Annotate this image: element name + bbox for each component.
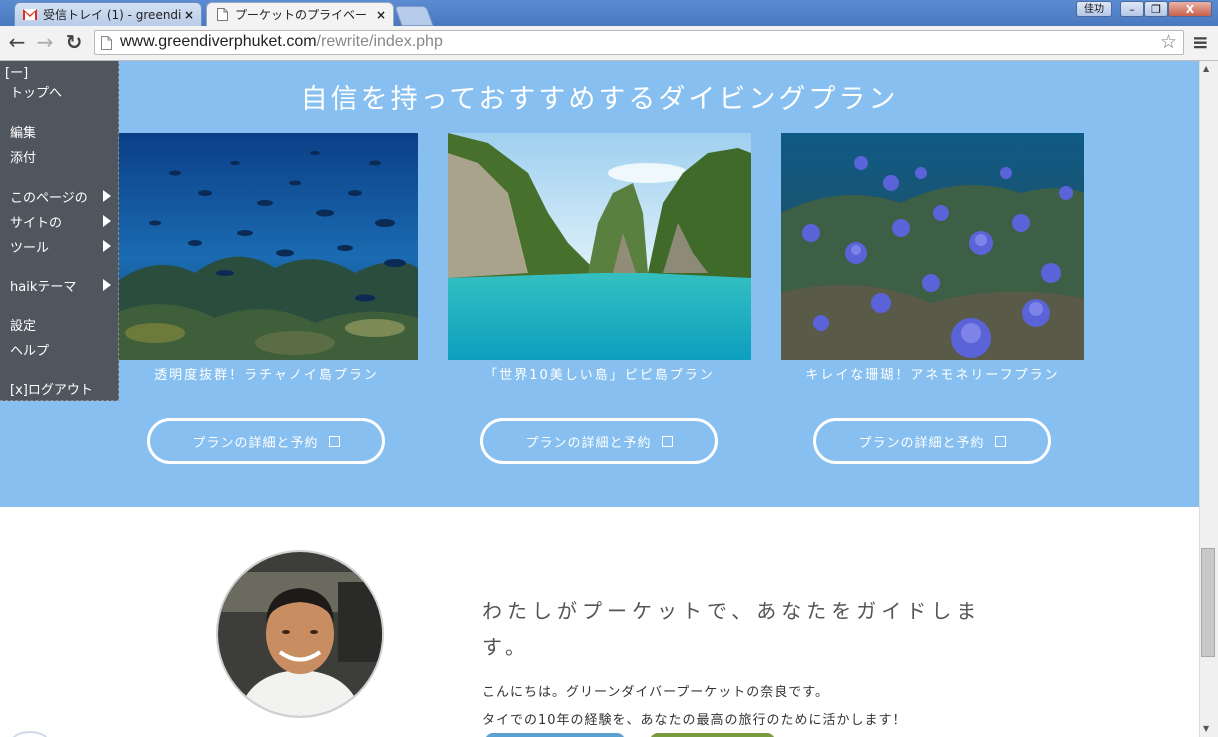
profile-button[interactable]: 佳功 — [1076, 1, 1112, 17]
menu-item-this-page[interactable]: このページの — [10, 187, 88, 206]
external-link-icon — [328, 435, 340, 447]
tab-label: 受信トレイ (1) - greendi — [43, 8, 181, 22]
menu-item-attach[interactable]: 添付 — [10, 147, 36, 166]
submenu-arrow-icon — [103, 240, 111, 252]
url-host: www.greendiverphuket.com — [120, 33, 317, 50]
admin-side-menu: [ー] トップへ 編集 添付 このページの サイトの ツール haikテーマ 設… — [0, 61, 119, 401]
bookmark-star-icon[interactable]: ☆ — [1160, 31, 1177, 53]
new-tab-button[interactable] — [394, 6, 434, 26]
tab-label: プーケットのプライベー — [235, 8, 368, 22]
restore-button[interactable]: ❐ — [1144, 1, 1168, 17]
tab-active-page[interactable]: プーケットのプライベー × — [206, 2, 394, 26]
button-label: プランの詳細と予約 — [192, 435, 319, 451]
plan-details-button[interactable]: プランの詳細と予約 — [147, 418, 385, 464]
plan-caption: 透明度抜群！ラチャノイ島プラン — [154, 368, 379, 383]
plan-image-phi-phi[interactable] — [448, 133, 751, 360]
menu-item-settings[interactable]: 設定 — [10, 315, 36, 334]
submenu-arrow-icon — [103, 215, 111, 227]
guide-title: わたしがプーケットで、あなたをガイドします。 — [482, 599, 982, 659]
menu-item-logout[interactable]: [x]ログアウト — [10, 379, 93, 398]
plan-caption: 「世界10美しい島」ピピ島プラン — [484, 368, 715, 383]
menu-item-edit[interactable]: 編集 — [10, 122, 36, 141]
close-icon[interactable]: × — [373, 8, 389, 22]
minimize-button[interactable]: – — [1120, 1, 1144, 17]
button-label: プランの詳細と予約 — [525, 435, 652, 451]
plan-details-button[interactable]: プランの詳細と予約 — [480, 418, 718, 464]
tab-gmail[interactable]: 受信トレイ (1) - greendi × — [14, 2, 202, 26]
menu-item-site[interactable]: サイトの — [10, 212, 62, 231]
page-viewport: 自信を持っておすすめするダイビングプラン 透明度抜群！ラチャノイ島プラン 「世界… — [0, 61, 1199, 737]
menu-item-top[interactable]: トップへ — [10, 82, 62, 101]
menu-item-haik-theme[interactable]: haikテーマ — [10, 276, 76, 295]
back-icon[interactable]: ← — [6, 31, 28, 53]
page-top-button[interactable] — [10, 731, 50, 737]
guide-intro-line: タイでの10年の経験を、あなたの最高の旅行のために活かします！ — [482, 713, 907, 728]
plans-section: 自信を持っておすすめするダイビングプラン 透明度抜群！ラチャノイ島プラン 「世界… — [0, 61, 1199, 507]
guide-avatar — [216, 550, 384, 718]
external-link-icon — [994, 435, 1006, 447]
menu-item-help[interactable]: ヘルプ — [10, 340, 49, 359]
menu-item-tools[interactable]: ツール — [10, 237, 49, 256]
close-icon[interactable]: × — [181, 8, 197, 22]
plans-heading: 自信を持っておすすめするダイビングプラン — [300, 84, 899, 115]
forward-icon[interactable]: → — [34, 31, 56, 53]
submenu-arrow-icon — [103, 279, 111, 291]
guide-link-button[interactable] — [485, 733, 625, 737]
button-label: プランの詳細と予約 — [858, 435, 985, 451]
scrollbar-thumb[interactable] — [1201, 548, 1215, 657]
page-icon — [101, 35, 112, 54]
scroll-down-icon[interactable]: ▼ — [1203, 724, 1209, 733]
menu-collapse-toggle[interactable]: [ー] — [5, 62, 28, 81]
guide-intro-line: こんにちは。グリーンダイバープーケットの奈良です。 — [482, 685, 830, 700]
submenu-arrow-icon — [103, 190, 111, 202]
window-close-button[interactable]: X — [1168, 1, 1212, 17]
plan-details-button[interactable]: プランの詳細と予約 — [813, 418, 1051, 464]
scroll-up-icon[interactable]: ▲ — [1203, 64, 1209, 73]
page-icon — [215, 8, 229, 22]
chrome-menu-icon[interactable]: ≡ — [1192, 30, 1209, 54]
reload-icon[interactable]: ↻ — [63, 31, 85, 53]
url-path: /rewrite/index.php — [316, 33, 443, 50]
external-link-icon — [661, 435, 673, 447]
gmail-icon — [23, 8, 37, 22]
url-text[interactable]: www.greendiverphuket.com/rewrite/index.p… — [120, 33, 443, 51]
plan-image-anemone-reef[interactable] — [781, 133, 1084, 360]
plan-image-racha-noi[interactable] — [115, 133, 418, 360]
guide-link-button[interactable] — [650, 733, 775, 737]
plan-caption: キレイな珊瑚！アネモネリーフプラン — [805, 368, 1060, 383]
